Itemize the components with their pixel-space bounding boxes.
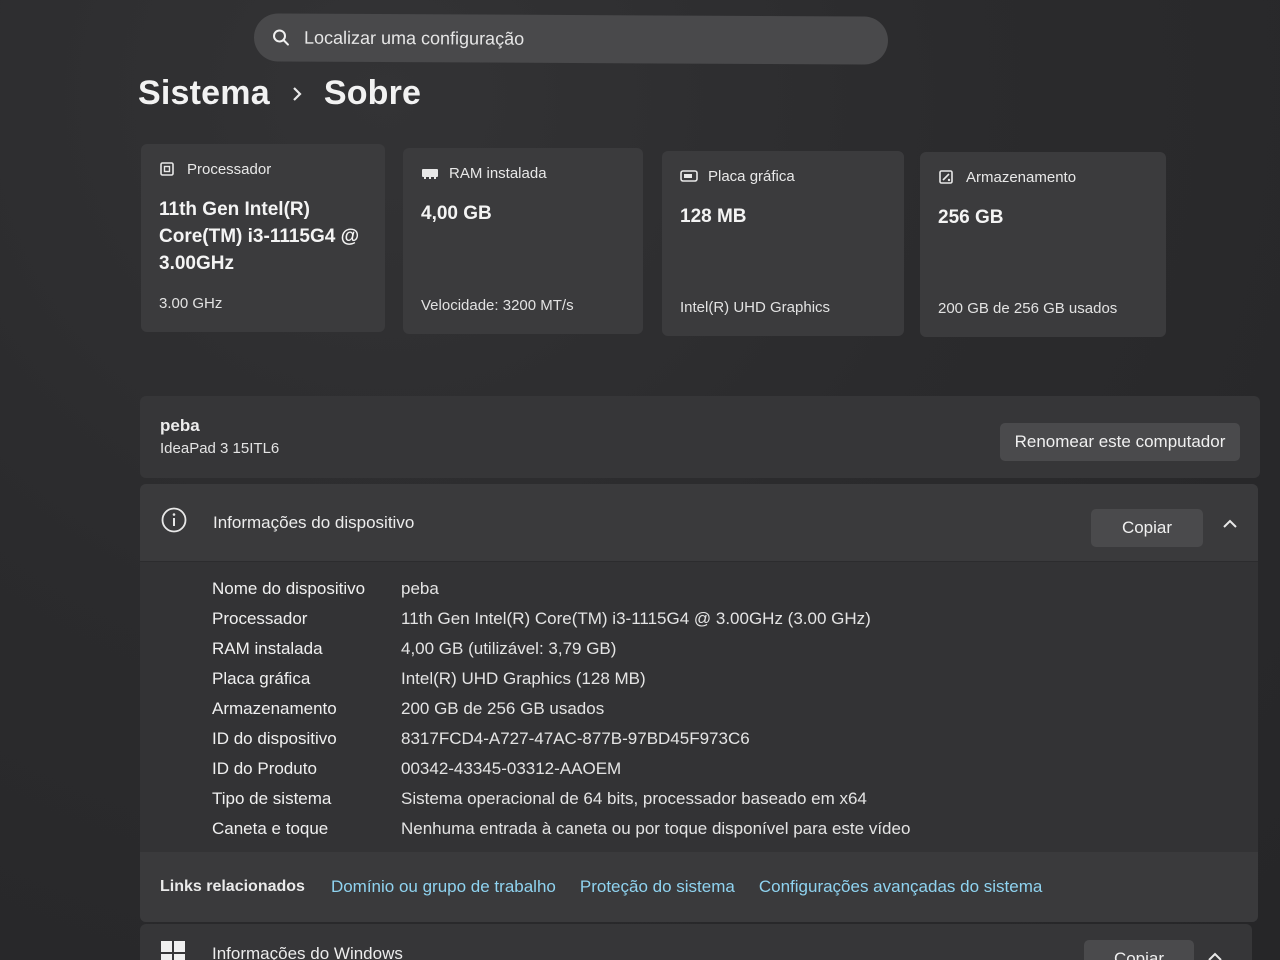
device-info-header[interactable]: Informações do dispositivo Copiar <box>140 484 1258 562</box>
card-storage: Armazenamento 256 GB 200 GB de 256 GB us… <box>920 152 1166 337</box>
spec-value: peba <box>401 579 439 598</box>
card-detail: Velocidade: 3200 MT/s <box>421 297 574 314</box>
spec-value: Sistema operacional de 64 bits, processa… <box>401 789 867 808</box>
spec-row: Placa gráfica Intel(R) UHD Graphics (128 … <box>212 664 910 694</box>
related-links-label: Links relacionados <box>160 878 305 895</box>
spec-value: Nenhuma entrada à caneta ou por toque di… <box>401 819 911 838</box>
computer-model: IdeaPad 3 15ITL6 <box>160 440 280 457</box>
spec-key: ID do Produto <box>212 759 317 778</box>
card-ram: RAM instalada 4,00 GB Velocidade: 3200 M… <box>403 148 643 334</box>
card-gpu: Placa gráfica 128 MB Intel(R) UHD Graphi… <box>662 151 904 336</box>
spec-value: 200 GB de 256 GB usados <box>401 699 605 718</box>
search-input[interactable]: Localizar uma configuração <box>304 27 524 49</box>
copy-windows-info-button[interactable]: Copiar <box>1084 940 1194 960</box>
spec-row: Armazenamento 200 GB de 256 GB usados <box>212 694 910 724</box>
search-box[interactable]: Localizar uma configuração <box>253 13 889 65</box>
windows-info-title: Informações do Windows <box>212 944 403 960</box>
spec-key: Placa gráfica <box>212 669 311 688</box>
card-detail: 3.00 GHz <box>159 295 223 312</box>
device-info-title: Informações do dispositivo <box>213 513 415 532</box>
spec-key: Tipo de sistema <box>212 789 332 808</box>
card-title: RAM instalada <box>449 164 547 182</box>
card-detail: Intel(R) UHD Graphics <box>680 299 831 316</box>
spec-value: 8317FCD4-A727-47AC-877B-97BD45F973C6 <box>401 729 750 748</box>
spec-key: RAM instalada <box>212 639 323 658</box>
ram-icon <box>421 164 439 182</box>
spec-value: 11th Gen Intel(R) Core(TM) i3-1115G4 @ 3… <box>401 609 871 628</box>
spec-value: Intel(R) UHD Graphics (128 MB) <box>401 669 646 688</box>
spec-key: ID do dispositivo <box>212 729 337 748</box>
spec-key: Processador <box>212 609 308 628</box>
spec-value: 00342-43345-03312-AAOEM <box>401 759 622 778</box>
chevron-up-icon[interactable] <box>1220 514 1240 534</box>
spec-row: Tipo de sistema Sistema operacional de 64… <box>212 784 910 814</box>
device-specs-list: Nome do dispositivo peba Processador 11th … <box>212 574 910 844</box>
card-title: Armazenamento <box>966 168 1077 186</box>
breadcrumb-parent[interactable]: Sistema <box>138 74 270 113</box>
spec-key: Armazenamento <box>212 699 337 718</box>
computer-name: peba <box>160 416 200 435</box>
link-advanced-settings[interactable]: Configurações avançadas do sistema <box>759 877 1043 897</box>
spec-row: Processador 11th Gen Intel(R) Core(TM) i3… <box>212 604 910 634</box>
link-domain-workgroup[interactable]: Domínio ou grupo de trabalho <box>331 877 556 897</box>
card-value: 256 GB <box>938 207 1004 228</box>
spec-row: ID do dispositivo 8317FCD4-A727-47AC-877B… <box>212 724 910 754</box>
spec-row: Caneta e toque Nenhuma entrada à caneta o… <box>212 814 910 844</box>
link-system-protection[interactable]: Proteção do sistema <box>580 877 735 897</box>
info-icon <box>160 506 188 534</box>
card-title: Placa gráfica <box>708 167 795 185</box>
processor-icon <box>159 160 177 178</box>
search-icon <box>270 26 292 48</box>
spec-value: 4,00 GB (utilizável: 3,79 GB) <box>401 639 617 658</box>
related-links-bar: Links relacionados Domínio ou grupo de t… <box>140 852 1258 922</box>
breadcrumb: Sistema Sobre <box>138 74 421 113</box>
page-title: Sobre <box>323 74 422 112</box>
gpu-icon <box>680 167 698 185</box>
storage-icon <box>938 168 956 186</box>
windows-info-panel[interactable]: Informações do Windows Copiar <box>140 924 1252 960</box>
spec-row: Nome do dispositivo peba <box>212 574 910 604</box>
card-value: 4,00 GB <box>421 203 492 224</box>
chevron-up-icon[interactable] <box>1206 948 1224 960</box>
copy-device-info-button[interactable]: Copiar <box>1091 509 1203 547</box>
spec-key: Nome do dispositivo <box>212 579 366 598</box>
rename-computer-button[interactable]: Renomear este computador <box>1000 423 1240 461</box>
windows-logo-icon <box>160 940 186 960</box>
spec-row: ID do Produto 00342-43345-03312-AAOEM <box>212 754 910 784</box>
card-processor: Processador 11th Gen Intel(R) Core(TM) i… <box>141 144 385 332</box>
chevron-right-icon <box>290 85 304 103</box>
card-detail: 200 GB de 256 GB usados <box>938 300 1118 317</box>
device-info-panel: Informações do dispositivo Copiar Nome d… <box>140 484 1258 922</box>
card-value: 11th Gen Intel(R) Core(TM) i3-1115G4 @ 3… <box>159 199 360 274</box>
card-value: 128 MB <box>680 206 747 227</box>
spec-key: Caneta e toque <box>212 819 329 838</box>
spec-row: RAM instalada 4,00 GB (utilizável: 3,79 G… <box>212 634 910 664</box>
computer-name-panel: peba IdeaPad 3 15ITL6 Renomear este comp… <box>140 396 1260 478</box>
card-title: Processador <box>187 160 272 178</box>
